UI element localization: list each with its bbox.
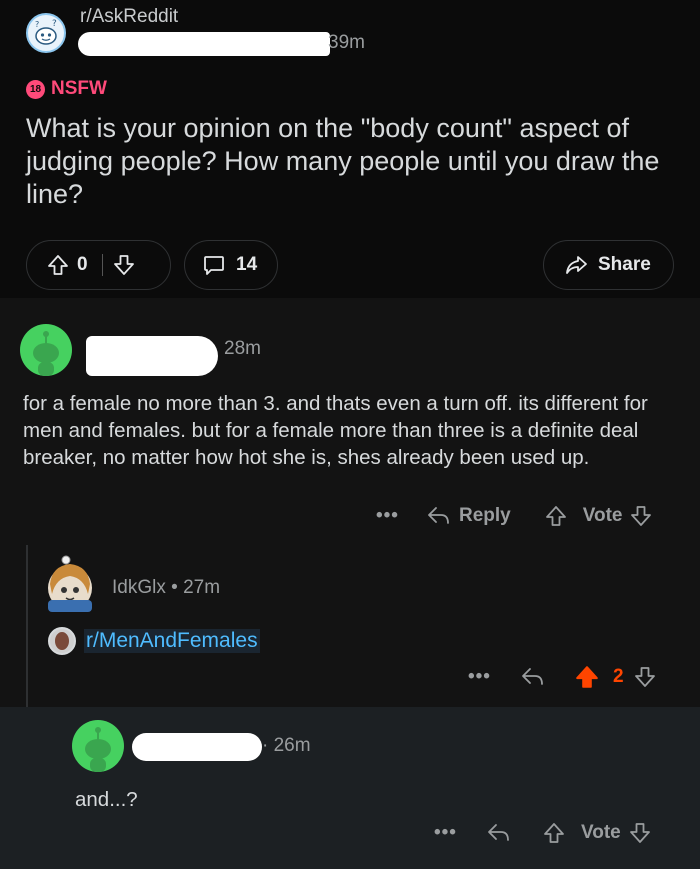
- post-vote-bar: 0: [26, 240, 171, 290]
- commenter-avatar[interactable]: [72, 720, 124, 772]
- vote-label: Vote: [580, 822, 621, 843]
- commenter-avatar[interactable]: [44, 554, 96, 614]
- upvote-arrow-filled-icon[interactable]: [575, 665, 599, 689]
- comment-body: for a female no more than 3. and thats e…: [23, 392, 648, 469]
- thread-line[interactable]: [26, 545, 28, 707]
- comment-bubble-icon: [202, 253, 226, 277]
- post-score: 0: [77, 254, 88, 275]
- reply-arrow-icon[interactable]: [427, 505, 451, 527]
- subreddit-name[interactable]: r/AskReddit: [80, 6, 178, 28]
- comments-button[interactable]: 14: [184, 240, 278, 290]
- snoo-avatar-icon: [33, 331, 59, 376]
- downvote-arrow-icon[interactable]: [634, 666, 656, 688]
- comment-time: · 26m: [262, 735, 311, 756]
- subreddit-icon: [48, 627, 76, 655]
- upvote-arrow-icon[interactable]: [47, 254, 69, 276]
- subreddit-link[interactable]: r/MenAndFemales: [48, 627, 260, 655]
- commenter-avatar[interactable]: [20, 324, 72, 376]
- comment-meta: IdkGlx • 27m: [112, 577, 220, 599]
- more-options-icon[interactable]: •••: [468, 666, 491, 688]
- comment-actions: ••• Reply Vote: [376, 505, 652, 527]
- upvote-arrow-icon[interactable]: [543, 822, 565, 844]
- comment-actions: ••• Vote: [434, 822, 651, 844]
- upvote-arrow-icon[interactable]: [545, 505, 567, 527]
- comment-actions: ••• 2: [468, 665, 656, 689]
- more-options-icon[interactable]: •••: [434, 822, 457, 844]
- subreddit-avatar[interactable]: ? ?: [26, 13, 66, 53]
- username[interactable]: IdkGlx: [112, 577, 166, 598]
- post-title[interactable]: What is your opinion on the "body count"…: [26, 112, 666, 211]
- meta-separator: •: [171, 577, 178, 598]
- comment-count: 14: [236, 254, 258, 275]
- nsfw-tag: 18 NSFW: [26, 78, 107, 100]
- reply-button[interactable]: Reply: [459, 505, 511, 527]
- downvote-arrow-icon[interactable]: [629, 822, 651, 844]
- comment-body: and...?: [75, 788, 138, 811]
- share-label: Share: [598, 254, 651, 275]
- comment-time: 28m: [224, 338, 261, 359]
- redaction-bar: [78, 32, 330, 56]
- comment-score: 2: [612, 666, 624, 687]
- subreddit-link-text[interactable]: r/MenAndFemales: [84, 629, 260, 653]
- vote-divider: [101, 254, 104, 276]
- nsfw-label: NSFW: [51, 78, 107, 99]
- snoo-question-icon: ? ?: [35, 19, 57, 45]
- downvote-arrow-icon[interactable]: [630, 505, 652, 527]
- snoo-avatar-icon: [85, 727, 111, 772]
- post-header: ? ? r/AskReddit 39m 18 NSFW What is your…: [0, 0, 700, 298]
- more-options-icon[interactable]: •••: [376, 505, 399, 527]
- reply-arrow-icon[interactable]: [487, 822, 511, 844]
- vote-label: Vote: [582, 505, 623, 526]
- redaction-bar: [132, 733, 262, 761]
- share-button[interactable]: Share: [543, 240, 674, 290]
- svg-text:?: ?: [52, 19, 57, 29]
- reply-arrow-icon[interactable]: [521, 666, 545, 688]
- share-arrow-icon: [564, 253, 588, 277]
- nsfw-18-icon: 18: [26, 79, 45, 99]
- redaction-bar: [86, 336, 218, 376]
- svg-text:?: ?: [35, 20, 39, 29]
- custom-avatar-icon: [48, 555, 92, 612]
- post-time: 39m: [328, 32, 365, 53]
- comment-time: 27m: [183, 577, 221, 598]
- downvote-arrow-icon[interactable]: [113, 254, 135, 276]
